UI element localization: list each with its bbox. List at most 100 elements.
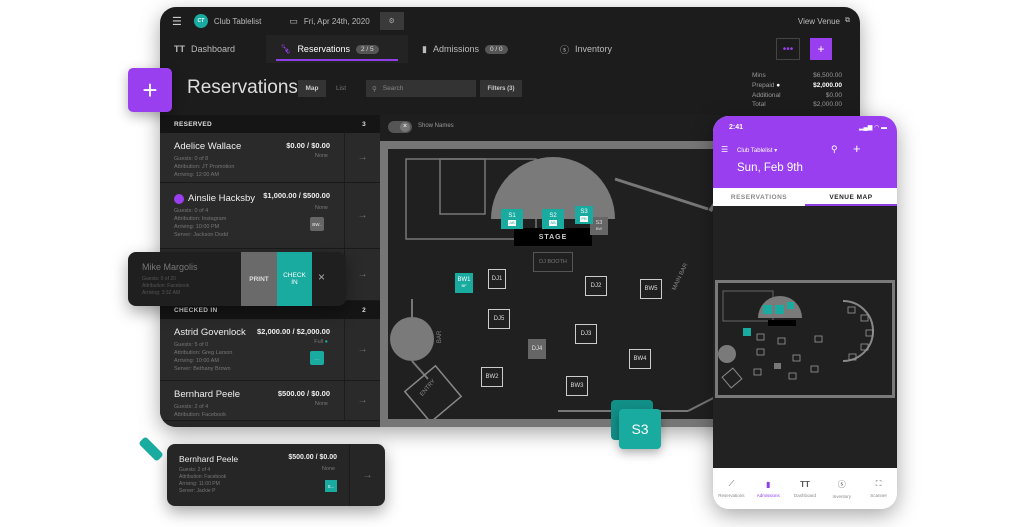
bar-circle bbox=[390, 317, 434, 361]
tab-admissions[interactable]: ▮ Admissions 0 / 0 bbox=[408, 35, 546, 63]
table-s2[interactable]: S2 AB bbox=[542, 209, 564, 229]
plus-icon[interactable]: + bbox=[853, 141, 861, 156]
top-bar: ☰ CT Club Tablelist ▭ Fri, Apr 24th, 202… bbox=[160, 7, 860, 35]
table-dj1[interactable]: DJ1 bbox=[488, 269, 506, 289]
dj-booth: DJ BOOTH bbox=[533, 252, 573, 272]
table-bw1[interactable]: BW1 BF bbox=[455, 273, 473, 293]
settings-button[interactable]: ⚙ bbox=[379, 12, 404, 30]
table-icon: TT bbox=[174, 44, 185, 54]
phone-tabs: RESERVATIONS VENUE MAP bbox=[713, 188, 897, 206]
status-time: 2:41 bbox=[729, 124, 744, 131]
nav-scanner[interactable]: ⛶ Scanner bbox=[860, 468, 897, 509]
tab-reservations[interactable]: 🍾︎ Reservations 2 / 5 bbox=[266, 35, 408, 63]
view-venue-link[interactable]: View Venue bbox=[798, 17, 840, 26]
table-tag: ... bbox=[310, 351, 324, 365]
arrow-right-icon[interactable]: → bbox=[344, 249, 380, 300]
search-icon: ⚲ bbox=[372, 85, 377, 93]
scanner-icon: ⛶ bbox=[875, 479, 882, 488]
phone-tab-reservations[interactable]: RESERVATIONS bbox=[713, 188, 805, 206]
nav-reservations[interactable]: ⟋ Reservations bbox=[713, 468, 750, 509]
dragged-reservation-card[interactable]: Bernhard Peele Guests: 2 of 4 Attribution… bbox=[167, 444, 385, 506]
more-button[interactable]: ••• bbox=[776, 38, 800, 60]
view-map-button[interactable]: Map bbox=[298, 80, 326, 97]
reservation-card[interactable]: Astrid Govenlock Guests: 5 of 0 Attributi… bbox=[160, 319, 380, 381]
vip-crown-icon bbox=[174, 193, 184, 204]
table-bw5[interactable]: BW5 bbox=[640, 279, 662, 299]
print-button[interactable]: PRINT bbox=[241, 252, 277, 306]
table-icon: TT bbox=[800, 479, 810, 489]
table-tag: S... bbox=[325, 480, 337, 492]
nav-admissions[interactable]: ▮ Admissions bbox=[750, 468, 787, 509]
show-names-label: Show Names bbox=[418, 123, 454, 129]
tab-inventory[interactable]: ⓢ Inventory bbox=[546, 35, 626, 63]
venue-selector[interactable]: Club Tablelist ▾ bbox=[737, 147, 777, 154]
reservation-card[interactable]: Ainslie Hacksby Guests: 0 of 4 Attributio… bbox=[160, 183, 380, 249]
reservations-header: Reservations Map List ⚲ Search Filters (3… bbox=[160, 63, 860, 115]
add-button[interactable]: + bbox=[810, 38, 832, 60]
main-tabs: TT Dashboard 🍾︎ Reservations 2 / 5 ▮ Admissi… bbox=[160, 35, 860, 63]
phone-header: 2:41 ▂▄▆ ◠ ▬ ☰ Club Tablelist ▾ ⚲ + Sun,… bbox=[713, 116, 897, 188]
logo: CT bbox=[193, 14, 208, 28]
plus-icon: + bbox=[142, 74, 158, 105]
page-title: Reservations bbox=[187, 77, 298, 98]
arrow-right-icon[interactable]: → bbox=[344, 319, 380, 380]
reservation-card[interactable]: Adelice Wallace Guests: 0 of 8 Attributio… bbox=[160, 133, 380, 183]
venue-name[interactable]: Club Tablelist bbox=[214, 17, 261, 26]
search-icon[interactable]: ⚲ bbox=[831, 144, 838, 155]
phone-date[interactable]: Sun, Feb 9th bbox=[737, 162, 803, 174]
table-bw2[interactable]: BW2 bbox=[481, 367, 503, 387]
reservations-count-badge: 2 / 5 bbox=[355, 44, 379, 54]
phone-tab-venue-map[interactable]: VENUE MAP bbox=[805, 188, 897, 206]
table-dj4[interactable]: DJ4 bbox=[528, 339, 546, 359]
info-icon[interactable]: ● bbox=[325, 339, 328, 345]
reservation-card[interactable]: Bernhard Peele Guests: 2 of 4 Attribution… bbox=[160, 381, 380, 421]
ticket-icon: ▮ bbox=[422, 43, 427, 54]
arrow-right-icon[interactable]: → bbox=[344, 133, 380, 182]
table-dj3[interactable]: DJ3 bbox=[575, 324, 597, 344]
view-list-button[interactable]: List bbox=[327, 80, 355, 97]
calendar-icon: ▭ bbox=[289, 15, 298, 26]
arrow-right-icon[interactable]: → bbox=[349, 444, 385, 506]
table-bw4[interactable]: BW4 bbox=[629, 349, 651, 369]
status-icons: ▂▄▆ ◠ ▬ bbox=[858, 125, 887, 131]
table-dj5[interactable]: DJ5 bbox=[488, 309, 510, 329]
bottle-icon: ⟋ bbox=[728, 479, 735, 488]
table-s1[interactable]: S1 AB bbox=[501, 209, 523, 229]
table-s3[interactable]: S3 PB bbox=[575, 206, 593, 224]
menu-icon[interactable]: ☰ bbox=[172, 15, 182, 28]
ticket-icon: ▮ bbox=[765, 479, 771, 489]
search-input[interactable]: ⚲ Search bbox=[366, 80, 476, 97]
stage: STAGE bbox=[514, 228, 592, 246]
menu-icon[interactable]: ☰ bbox=[721, 145, 728, 154]
external-link-icon: ⧉ bbox=[845, 17, 850, 24]
fab-add-button[interactable]: + bbox=[128, 68, 172, 112]
table-dj2[interactable]: DJ2 bbox=[585, 276, 607, 296]
bar-label: BAR bbox=[437, 330, 444, 344]
filters-button[interactable]: Filters (3) bbox=[480, 80, 522, 97]
phone-bottom-nav: ⟋ Reservations ▮ Admissions TT Dashboard ⓢ I… bbox=[713, 468, 897, 509]
nav-inventory[interactable]: ⓢ Inventory bbox=[823, 468, 860, 509]
info-icon[interactable]: ● bbox=[776, 82, 780, 89]
arrow-right-icon[interactable]: → bbox=[344, 183, 380, 248]
bottle-icon: 🍾︎ bbox=[280, 43, 292, 54]
date-picker[interactable]: Fri, Apr 24th, 2020 bbox=[304, 17, 370, 26]
arrow-right-icon[interactable]: → bbox=[344, 381, 380, 420]
swipe-reservation-card[interactable]: Mike Margolis Guests: 0 of 20 Attribution… bbox=[128, 252, 346, 306]
section-reserved: RESERVED 3 bbox=[160, 115, 380, 133]
close-icon[interactable]: × bbox=[318, 270, 325, 284]
check-in-button[interactable]: CHECK IN bbox=[277, 252, 312, 306]
phone-map bbox=[713, 206, 897, 468]
table-tag: BW.. bbox=[310, 217, 324, 231]
tab-dashboard[interactable]: TT Dashboard bbox=[160, 35, 266, 63]
bottle-drag-icon bbox=[138, 436, 164, 462]
dollar-circle-icon: ⓢ bbox=[837, 479, 846, 489]
phone-floor-plan bbox=[715, 280, 895, 398]
phone-app: 2:41 ▂▄▆ ◠ ▬ ☰ Club Tablelist ▾ ⚲ + Sun,… bbox=[713, 116, 897, 509]
show-names-toggle[interactable]: × bbox=[388, 121, 412, 133]
table-bw3[interactable]: BW3 bbox=[566, 376, 588, 396]
admissions-count-badge: 0 / 0 bbox=[484, 44, 508, 54]
nav-dashboard[interactable]: TT Dashboard bbox=[787, 468, 824, 509]
swipe-card-name: Mike Margolis bbox=[142, 262, 198, 272]
dollar-circle-icon: ⓢ bbox=[560, 44, 570, 55]
dragged-table-s3-front[interactable]: S3 bbox=[619, 409, 661, 449]
